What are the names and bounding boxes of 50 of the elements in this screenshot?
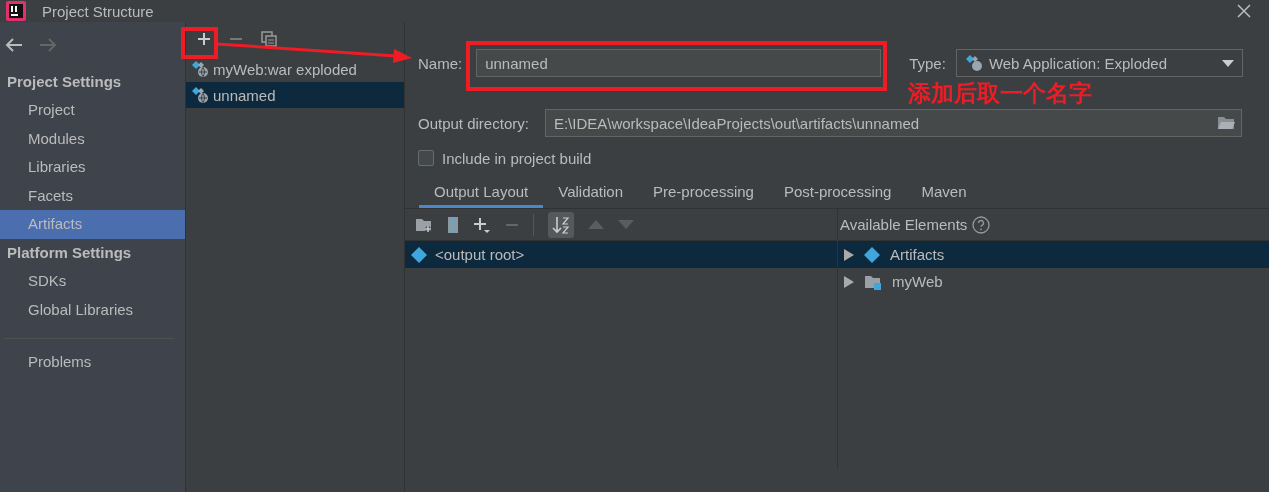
- sidebar-item[interactable]: Modules: [0, 124, 185, 154]
- type-dropdown[interactable]: Web Application: Exploded: [955, 49, 1243, 77]
- app-logo-icon: [6, 1, 26, 21]
- artifact-item[interactable]: myWeb:war exploded: [186, 56, 404, 82]
- output-directory-field[interactable]: E:\IDEA\workspace\IdeaProjects\out\artifacts\unnamed: [544, 109, 1242, 137]
- name-field[interactable]: unnamed: [476, 49, 882, 77]
- archive-icon[interactable]: [447, 215, 459, 234]
- artifact-icon: [864, 246, 880, 263]
- add-dropdown-icon[interactable]: [473, 215, 491, 234]
- web-artifact-icon: [191, 86, 209, 104]
- section-heading: Project Settings: [6, 72, 123, 92]
- window-title: Project Structure: [42, 2, 154, 20]
- type-label: Type:: [909, 54, 946, 72]
- panel-title: Available Elements: [840, 216, 968, 233]
- highlight-frame: [181, 27, 218, 59]
- artifact-item[interactable]: unnamed: [186, 82, 404, 108]
- module-folder-icon: [864, 273, 882, 290]
- web-artifact-icon: [191, 60, 209, 78]
- artifact-icon: [411, 246, 427, 263]
- tree-item[interactable]: Artifacts: [838, 241, 1269, 268]
- sidebar-item[interactable]: Problems: [0, 348, 185, 377]
- tab[interactable]: Pre-processing: [638, 178, 769, 208]
- tab[interactable]: Validation: [543, 178, 638, 208]
- copy-icon[interactable]: [261, 31, 277, 47]
- section-heading: Platform Settings: [6, 242, 133, 263]
- add-icon[interactable]: [197, 32, 211, 46]
- folder-icon[interactable]: [1216, 116, 1235, 130]
- close-icon[interactable]: [1237, 4, 1251, 18]
- sidebar-item[interactable]: SDKs: [0, 266, 185, 296]
- checkbox[interactable]: [418, 150, 434, 166]
- tree-item[interactable]: myWeb: [838, 268, 1269, 295]
- tab[interactable]: Post-processing: [768, 178, 907, 208]
- help-icon[interactable]: [972, 215, 991, 234]
- name-label: Name:: [418, 54, 463, 72]
- new-folder-icon[interactable]: [415, 216, 433, 233]
- sidebar-item[interactable]: Libraries: [0, 153, 185, 182]
- annotation-text: 添加后取一个名字: [908, 78, 1092, 108]
- back-icon[interactable]: [5, 38, 23, 52]
- tree-item[interactable]: <output root>: [405, 241, 837, 268]
- checkbox-label: Include in project build: [442, 149, 592, 167]
- sidebar-item[interactable]: Project: [0, 96, 185, 125]
- collapsed-arrow-icon[interactable]: [844, 275, 854, 288]
- sidebar-item[interactable]: Facets: [0, 181, 185, 211]
- collapsed-arrow-icon[interactable]: [844, 248, 854, 261]
- sidebar-item[interactable]: Global Libraries: [0, 295, 185, 325]
- sort-icon[interactable]: [548, 211, 574, 238]
- web-artifact-icon: [964, 54, 983, 72]
- caret-icon: [1221, 59, 1234, 67]
- tab[interactable]: Maven: [906, 178, 982, 208]
- output-directory-label: Output directory:: [418, 114, 529, 132]
